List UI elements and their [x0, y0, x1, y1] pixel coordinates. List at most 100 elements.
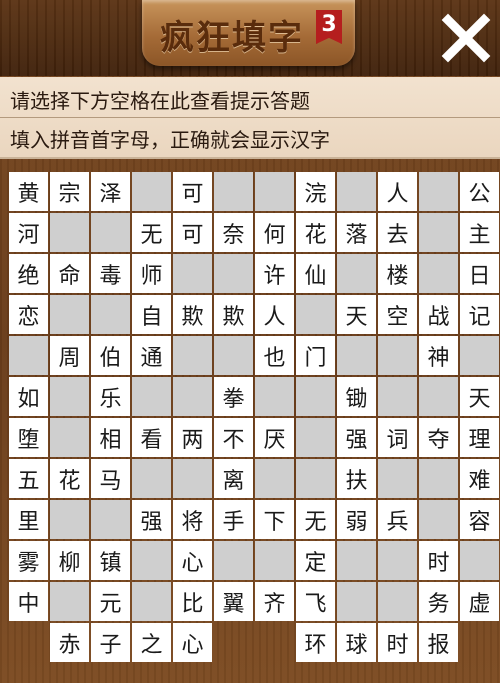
grid-cell-empty[interactable]	[9, 336, 48, 375]
grid-cell-filled[interactable]: 仙	[296, 254, 335, 293]
grid-cell-filled[interactable]: 主	[460, 213, 499, 252]
grid-cell-filled[interactable]: 时	[378, 623, 417, 662]
grid-cell-filled[interactable]: 也	[255, 336, 294, 375]
grid-cell-filled[interactable]: 许	[255, 254, 294, 293]
grid-cell-filled[interactable]: 无	[132, 213, 171, 252]
grid-cell-filled[interactable]: 天	[337, 295, 376, 334]
grid-cell-filled[interactable]: 环	[296, 623, 335, 662]
grid-cell-filled[interactable]: 之	[132, 623, 171, 662]
grid-cell-filled[interactable]: 自	[132, 295, 171, 334]
grid-cell-empty[interactable]	[378, 582, 417, 621]
grid-cell-filled[interactable]: 齐	[255, 582, 294, 621]
grid-cell-filled[interactable]: 楼	[378, 254, 417, 293]
grid-cell-empty[interactable]	[214, 254, 253, 293]
grid-cell-filled[interactable]: 通	[132, 336, 171, 375]
grid-cell-filled[interactable]: 欺	[214, 295, 253, 334]
grid-cell-filled[interactable]: 下	[255, 500, 294, 539]
grid-cell-empty[interactable]	[337, 172, 376, 211]
grid-cell-filled[interactable]: 落	[337, 213, 376, 252]
grid-cell-filled[interactable]: 虚	[460, 582, 499, 621]
grid-cell-filled[interactable]: 弱	[337, 500, 376, 539]
grid-cell-filled[interactable]: 不	[214, 418, 253, 457]
grid-cell-filled[interactable]: 空	[378, 295, 417, 334]
grid-cell-empty[interactable]	[255, 459, 294, 498]
grid-cell-filled[interactable]: 离	[214, 459, 253, 498]
grid-cell-empty[interactable]	[337, 336, 376, 375]
grid-cell-filled[interactable]: 柳	[50, 541, 89, 580]
grid-cell-filled[interactable]: 伯	[91, 336, 130, 375]
grid-cell-filled[interactable]: 拳	[214, 377, 253, 416]
grid-cell-filled[interactable]: 宗	[50, 172, 89, 211]
grid-cell-empty[interactable]	[337, 582, 376, 621]
grid-cell-filled[interactable]: 记	[460, 295, 499, 334]
grid-cell-filled[interactable]: 球	[337, 623, 376, 662]
grid-cell-filled[interactable]: 无	[296, 500, 335, 539]
grid-cell-filled[interactable]: 花	[296, 213, 335, 252]
grid-cell-empty[interactable]	[419, 254, 458, 293]
grid-cell-filled[interactable]: 飞	[296, 582, 335, 621]
grid-cell-filled[interactable]: 容	[460, 500, 499, 539]
grid-cell-empty[interactable]	[173, 254, 212, 293]
grid-cell-filled[interactable]: 两	[173, 418, 212, 457]
grid-cell-filled[interactable]: 绝	[9, 254, 48, 293]
grid-cell-filled[interactable]: 子	[91, 623, 130, 662]
grid-cell-empty[interactable]	[419, 213, 458, 252]
grid-cell-filled[interactable]: 天	[460, 377, 499, 416]
grid-cell-filled[interactable]: 公	[460, 172, 499, 211]
grid-cell-empty[interactable]	[50, 295, 89, 334]
grid-cell-filled[interactable]: 强	[132, 500, 171, 539]
grid-cell-filled[interactable]: 可	[173, 213, 212, 252]
grid-cell-empty[interactable]	[378, 336, 417, 375]
grid-cell-empty[interactable]	[296, 377, 335, 416]
grid-cell-empty[interactable]	[255, 172, 294, 211]
grid-cell-filled[interactable]: 报	[419, 623, 458, 662]
grid-cell-filled[interactable]: 去	[378, 213, 417, 252]
grid-cell-empty[interactable]	[378, 377, 417, 416]
grid-cell-filled[interactable]: 毒	[91, 254, 130, 293]
grid-cell-filled[interactable]: 如	[9, 377, 48, 416]
grid-cell-empty[interactable]	[419, 459, 458, 498]
grid-cell-filled[interactable]: 将	[173, 500, 212, 539]
grid-cell-empty[interactable]	[132, 459, 171, 498]
grid-cell-filled[interactable]: 翼	[214, 582, 253, 621]
grid-cell-empty[interactable]	[91, 295, 130, 334]
grid-cell-empty[interactable]	[132, 582, 171, 621]
grid-cell-filled[interactable]: 镇	[91, 541, 130, 580]
grid-cell-filled[interactable]: 门	[296, 336, 335, 375]
grid-cell-filled[interactable]: 心	[173, 623, 212, 662]
grid-cell-filled[interactable]: 命	[50, 254, 89, 293]
grid-cell-empty[interactable]	[419, 377, 458, 416]
grid-cell-filled[interactable]: 师	[132, 254, 171, 293]
grid-cell-empty[interactable]	[214, 172, 253, 211]
grid-cell-empty[interactable]	[214, 541, 253, 580]
grid-cell-filled[interactable]: 心	[173, 541, 212, 580]
close-button[interactable]	[438, 10, 494, 66]
grid-cell-empty[interactable]	[419, 500, 458, 539]
grid-cell-empty[interactable]	[296, 295, 335, 334]
grid-cell-filled[interactable]: 人	[378, 172, 417, 211]
grid-cell-empty[interactable]	[378, 459, 417, 498]
grid-cell-filled[interactable]: 欺	[173, 295, 212, 334]
grid-cell-filled[interactable]: 日	[460, 254, 499, 293]
grid-cell-filled[interactable]: 何	[255, 213, 294, 252]
grid-cell-empty[interactable]	[337, 254, 376, 293]
grid-cell-empty[interactable]	[460, 541, 499, 580]
grid-cell-filled[interactable]: 强	[337, 418, 376, 457]
grid-cell-filled[interactable]: 浣	[296, 172, 335, 211]
grid-cell-filled[interactable]: 周	[50, 336, 89, 375]
grid-cell-empty[interactable]	[173, 459, 212, 498]
grid-cell-filled[interactable]: 赤	[50, 623, 89, 662]
grid-cell-filled[interactable]: 定	[296, 541, 335, 580]
grid-cell-empty[interactable]	[50, 213, 89, 252]
grid-cell-filled[interactable]: 黄	[9, 172, 48, 211]
grid-cell-filled[interactable]: 花	[50, 459, 89, 498]
grid-cell-empty[interactable]	[50, 418, 89, 457]
grid-cell-filled[interactable]: 雾	[9, 541, 48, 580]
grid-cell-empty[interactable]	[296, 459, 335, 498]
grid-cell-filled[interactable]: 兵	[378, 500, 417, 539]
grid-cell-empty[interactable]	[337, 541, 376, 580]
grid-cell-filled[interactable]: 五	[9, 459, 48, 498]
grid-cell-empty[interactable]	[132, 377, 171, 416]
grid-cell-empty[interactable]	[419, 172, 458, 211]
grid-cell-filled[interactable]: 难	[460, 459, 499, 498]
